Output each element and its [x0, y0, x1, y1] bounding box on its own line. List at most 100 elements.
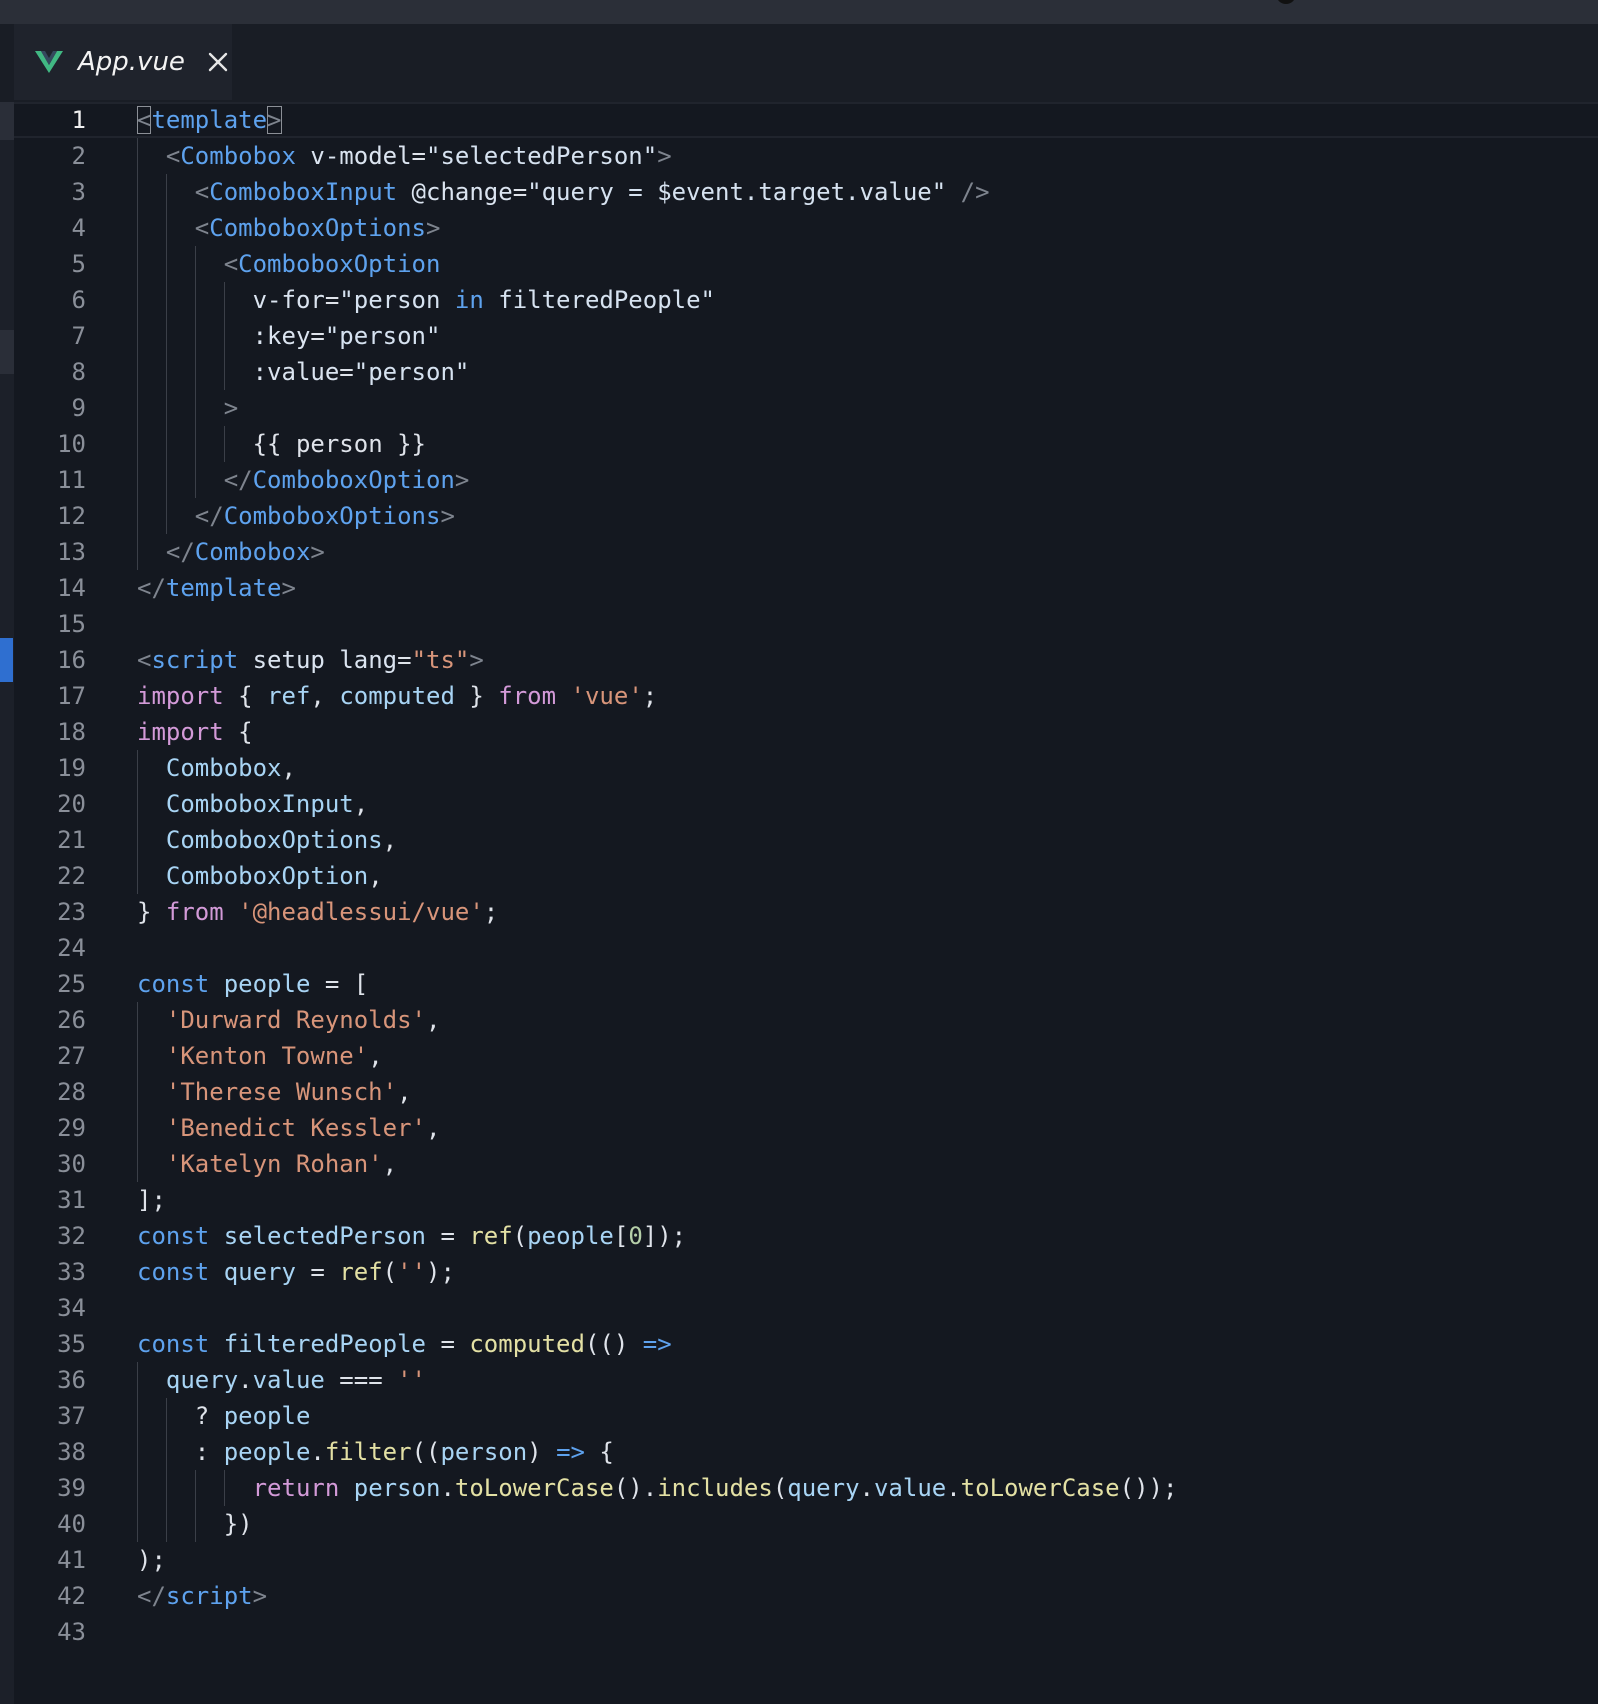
- line-code: ];: [137, 1182, 166, 1218]
- code-line[interactable]: 7:key="person": [0, 318, 1598, 354]
- close-icon[interactable]: [207, 51, 229, 73]
- code-line[interactable]: 14 </template>: [0, 570, 1598, 606]
- code-token: =: [324, 286, 340, 314]
- code-token: ): [527, 1438, 557, 1466]
- code-line[interactable]: 39 return person.toLowerCase().includes(q…: [0, 1470, 1598, 1506]
- line-code: </script>: [137, 1578, 267, 1614]
- code-token: people: [527, 1222, 614, 1250]
- line-number: 19: [57, 754, 86, 782]
- code-token: const: [137, 970, 210, 998]
- code-line[interactable]: 16 <script setup lang="ts">: [0, 642, 1598, 678]
- code-editor[interactable]: 1 <template> 2 <Combobox v-model="selectedP…: [0, 102, 1598, 1704]
- code-line[interactable]: 12 </ComboboxOptions>: [0, 498, 1598, 534]
- code-line[interactable]: 23} from '@headlessui/vue';: [0, 894, 1598, 930]
- line-code: :key="person": [253, 318, 441, 354]
- code-token: @change: [411, 178, 513, 206]
- code-line[interactable]: 22 ComboboxOption,: [0, 858, 1598, 894]
- code-token: </: [165, 538, 195, 566]
- line-number: 5: [71, 250, 86, 278]
- code-line[interactable]: 34: [0, 1290, 1598, 1326]
- line-code: ComboboxInput,: [166, 786, 368, 822]
- code-line[interactable]: 9 >: [0, 390, 1598, 426]
- code-line[interactable]: 25 const people = [: [0, 966, 1598, 1002]
- tab-app-vue[interactable]: App.vue: [14, 24, 232, 100]
- code-token: }): [223, 1510, 253, 1538]
- code-line[interactable]: 30 'Katelyn Rohan',: [0, 1146, 1598, 1182]
- indent-guide: [137, 1002, 138, 1038]
- code-token: (: [382, 1258, 398, 1286]
- code-token: "ts": [411, 646, 470, 674]
- code-token: ,: [425, 1006, 441, 1034]
- indent-guide: [137, 534, 138, 570]
- code-token: '': [397, 1366, 426, 1394]
- code-line[interactable]: 43: [0, 1614, 1598, 1650]
- indent-guide: [194, 1470, 196, 1506]
- code-line[interactable]: 1 <template>: [0, 102, 1598, 138]
- code-line[interactable]: 42 </script>: [0, 1578, 1598, 1614]
- code-token: const: [137, 1330, 210, 1358]
- code-line[interactable]: 13 </Combobox>: [0, 534, 1598, 570]
- code-token: 0: [628, 1222, 643, 1250]
- code-line[interactable]: 29 'Benedict Kessler',: [0, 1110, 1598, 1146]
- code-line[interactable]: 3 <ComboboxInput @change="query = $event.…: [0, 174, 1598, 210]
- indent-guide: [137, 246, 138, 282]
- code-token: "person": [324, 322, 441, 350]
- line-number: 28: [57, 1078, 86, 1106]
- line-number: 24: [57, 934, 86, 962]
- code-token: ComboboxOption: [238, 250, 441, 278]
- line-code: ComboboxOptions,: [166, 822, 397, 858]
- code-line[interactable]: 5 <ComboboxOption: [0, 246, 1598, 282]
- code-line[interactable]: 10 {{ person }}: [0, 426, 1598, 462]
- code-line[interactable]: 41);: [0, 1542, 1598, 1578]
- code-line[interactable]: 35 const filteredPeople = computed(() =>: [0, 1326, 1598, 1362]
- code-token: <: [165, 142, 181, 170]
- indent-guide: [137, 1146, 138, 1182]
- code-line[interactable]: 33 const query = ref('');: [0, 1254, 1598, 1290]
- code-line[interactable]: 15: [0, 606, 1598, 642]
- code-line[interactable]: 20 ComboboxInput,: [0, 786, 1598, 822]
- code-line[interactable]: 37? people: [0, 1398, 1598, 1434]
- code-token: />: [960, 178, 990, 206]
- code-token: ;: [642, 682, 658, 710]
- code-line[interactable]: 36 query.value === '': [0, 1362, 1598, 1398]
- code-token: value: [873, 1474, 947, 1502]
- code-line[interactable]: 17 import { ref, computed } from 'vue';: [0, 678, 1598, 714]
- code-line[interactable]: 31];: [0, 1182, 1598, 1218]
- code-line[interactable]: 19 Combobox,: [0, 750, 1598, 786]
- code-line[interactable]: 4 <ComboboxOptions>: [0, 210, 1598, 246]
- indent-guide: [194, 1506, 196, 1542]
- code-token: );: [137, 1546, 166, 1574]
- line-number: 21: [57, 826, 86, 854]
- code-line[interactable]: 21 ComboboxOptions,: [0, 822, 1598, 858]
- indent-guide: [194, 246, 196, 282]
- code-line[interactable]: 11 </ComboboxOption>: [0, 462, 1598, 498]
- code-token: >: [440, 502, 455, 530]
- code-token: Combobox: [180, 142, 296, 170]
- indent-guide: [223, 318, 225, 354]
- code-line[interactable]: 32 const selectedPerson = ref(people[0]);: [0, 1218, 1598, 1254]
- code-token: >: [310, 538, 325, 566]
- code-token: = [: [310, 970, 369, 998]
- indent-guide: [194, 318, 196, 354]
- code-line[interactable]: 2 <Combobox v-model="selectedPerson">: [0, 138, 1598, 174]
- line-code: >: [224, 390, 238, 426]
- code-token: =: [426, 1330, 470, 1358]
- code-line[interactable]: 26 'Durward Reynolds',: [0, 1002, 1598, 1038]
- code-token: .: [859, 1474, 874, 1502]
- code-token: </: [137, 1582, 166, 1610]
- code-line[interactable]: 18 import {: [0, 714, 1598, 750]
- code-line[interactable]: 27 'Kenton Towne',: [0, 1038, 1598, 1074]
- code-token: ref: [469, 1222, 513, 1250]
- code-line[interactable]: 40}): [0, 1506, 1598, 1542]
- line-code: :value="person": [253, 354, 470, 390]
- code-line[interactable]: 28 'Therese Wunsch',: [0, 1074, 1598, 1110]
- code-line[interactable]: 38: people.filter((person) => {: [0, 1434, 1598, 1470]
- code-line[interactable]: 8:value="person": [0, 354, 1598, 390]
- code-line[interactable]: 24: [0, 930, 1598, 966]
- code-line[interactable]: 6 v-for="person in filteredPeople": [0, 282, 1598, 318]
- window-control[interactable]: [1276, 0, 1296, 4]
- code-token: <: [137, 106, 152, 134]
